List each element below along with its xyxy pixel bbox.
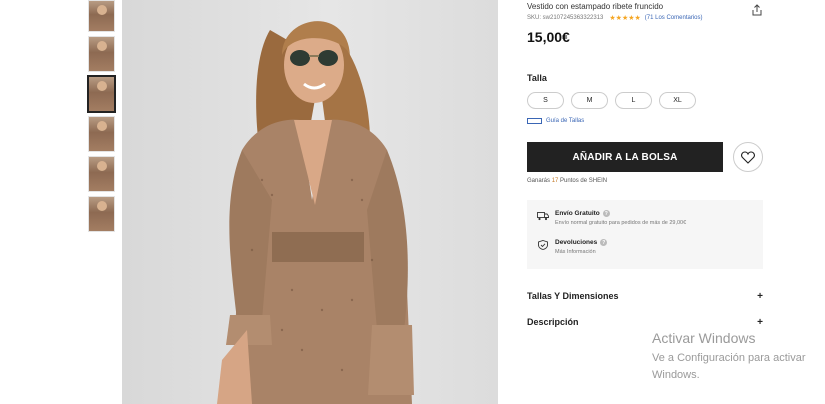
product-price: 15,00€ [527, 29, 570, 45]
thumbnail-4[interactable] [88, 116, 115, 152]
size-label: Talla [527, 73, 547, 83]
watermark-line-2: Windows. [652, 369, 700, 381]
returns-link[interactable]: Más Información [555, 249, 607, 255]
watermark-title: Activar Windows [652, 330, 756, 346]
thumbnail-3-active[interactable] [87, 75, 116, 113]
product-title: Vestido con estampado ribete fruncido [527, 2, 664, 11]
shipping-info-box: Envío Gratuito? Envío normal gratuito pa… [527, 200, 763, 269]
size-button-l[interactable]: L [615, 92, 652, 109]
thumbnail-2[interactable] [88, 36, 115, 72]
thumbnail-6[interactable] [88, 196, 115, 232]
wishlist-button[interactable] [733, 142, 763, 172]
model-photo [217, 21, 414, 404]
share-icon[interactable] [751, 4, 763, 16]
points-prefix: Ganarás [527, 178, 552, 184]
main-product-image[interactable] [122, 0, 498, 404]
returns-row: Devoluciones? Más Información [537, 239, 608, 255]
returns-title: Devoluciones [555, 239, 598, 246]
free-shipping-title: Envío Gratuito [555, 210, 600, 217]
size-button-s[interactable]: S [527, 92, 564, 109]
accordion-description[interactable]: Descripción + [527, 317, 763, 328]
accordion-label: Tallas Y Dimensiones [527, 291, 619, 301]
sku-text: SKU: sw2107245363322313 [527, 15, 604, 21]
free-shipping-desc: Envío normal gratuito para pedidos de má… [555, 220, 687, 226]
accordion-size-dimensions[interactable]: Tallas Y Dimensiones + [527, 291, 763, 302]
rating-stars: ★★★★★ [609, 15, 641, 22]
points-text: Ganarás 17 Puntos de SHEIN [527, 178, 607, 184]
shield-check-icon [538, 240, 548, 250]
size-guide-label: Guía de Tallas [546, 118, 585, 124]
size-button-m[interactable]: M [571, 92, 608, 109]
thumbnail-1[interactable] [88, 0, 115, 32]
expand-plus-icon: + [757, 317, 763, 328]
add-to-bag-button[interactable]: AÑADIR A LA BOLSA [527, 142, 723, 172]
free-shipping-row: Envío Gratuito? Envío normal gratuito pa… [537, 210, 686, 226]
truck-icon [537, 212, 549, 221]
help-icon[interactable]: ? [600, 239, 608, 246]
accordion-label: Descripción [527, 317, 579, 327]
thumbnail-5[interactable] [88, 156, 115, 192]
size-button-xl[interactable]: XL [659, 92, 696, 109]
windows-activation-watermark: Activar Windows Ve a Configuración para … [652, 330, 805, 384]
heart-icon [741, 150, 755, 164]
points-suffix: Puntos de SHEIN [558, 178, 608, 184]
sku-row: SKU: sw2107245363322313 ★★★★★ (71 Los Co… [527, 14, 703, 22]
help-icon[interactable]: ? [602, 210, 610, 217]
expand-plus-icon: + [757, 291, 763, 302]
watermark-line-1: Ve a Configuración para activar [652, 352, 806, 364]
reviews-link[interactable]: (71 Los Comentarios) [645, 15, 703, 21]
size-guide-link[interactable]: Guía de Tallas [527, 118, 584, 124]
ruler-icon [527, 118, 542, 124]
